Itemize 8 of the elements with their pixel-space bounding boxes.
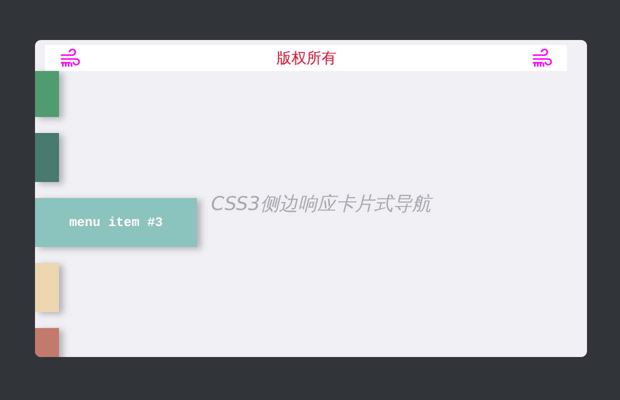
menu-item[interactable] [35, 71, 59, 117]
menu-item[interactable] [35, 133, 59, 182]
menu-item[interactable] [35, 263, 59, 312]
header-title: 版权所有 [276, 48, 336, 68]
menu-item[interactable]: menu item #3 [35, 198, 197, 247]
page-heading: CSS3侧边响应卡片式导航 [211, 192, 432, 217]
wind-icon [531, 48, 554, 68]
wind-icon [59, 48, 82, 68]
